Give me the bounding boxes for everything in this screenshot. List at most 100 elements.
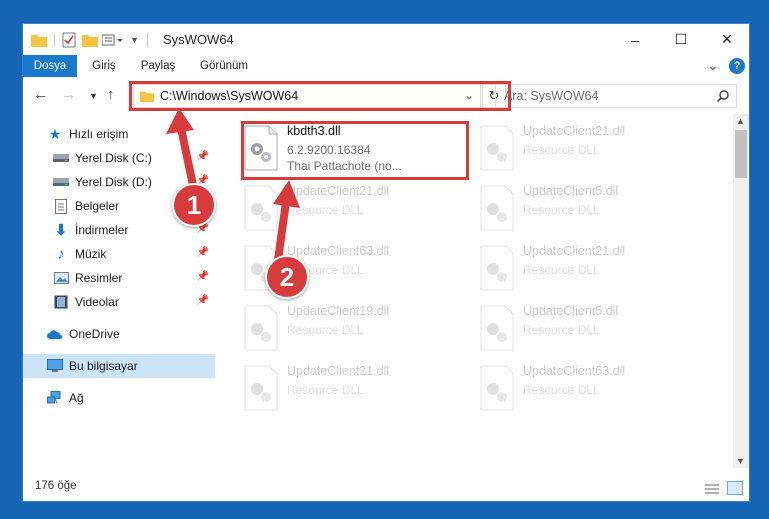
minimize-button[interactable]: – bbox=[612, 24, 658, 55]
properties-icon[interactable] bbox=[62, 32, 76, 48]
nav-this-pc[interactable]: Bu bilgisayar bbox=[23, 354, 215, 378]
nav-item-pictures[interactable]: Resimler 📌 bbox=[23, 266, 215, 290]
file-name: UpdateClient21.dll bbox=[523, 124, 626, 138]
scroll-down-icon[interactable]: ▼ bbox=[736, 456, 745, 466]
file-name: UpdateClient21.dll bbox=[287, 184, 390, 198]
toolbar-divider bbox=[54, 33, 55, 47]
customize-toolbar-icon[interactable] bbox=[102, 33, 124, 47]
file-name: UpdateClient19.dll bbox=[287, 304, 390, 318]
drive-icon bbox=[53, 174, 69, 190]
dll-file-icon bbox=[480, 185, 514, 231]
nav-item-music[interactable]: ♪ Müzik 📌 bbox=[23, 242, 215, 266]
item-count: 176 öğe bbox=[35, 480, 77, 492]
file-name: UpdateClient63.dll bbox=[523, 364, 626, 378]
music-icon: ♪ bbox=[57, 245, 65, 263]
computer-icon bbox=[47, 358, 63, 374]
nav-network[interactable]: Ağ bbox=[23, 386, 215, 410]
nav-item-videos[interactable]: Videolar 📌 bbox=[23, 290, 215, 314]
file-type: Resource DLL bbox=[523, 263, 600, 277]
nav-quick-access[interactable]: ★ Hızlı erişim bbox=[23, 122, 215, 146]
nav-label: Hızlı erişim bbox=[69, 127, 129, 141]
pictures-icon bbox=[53, 270, 69, 286]
close-button[interactable]: ✕ bbox=[704, 24, 749, 55]
callout-step-2: 2 bbox=[265, 255, 309, 299]
ribbon-tabs: Dosya Giriş Paylaş Görünüm ⌄ ? bbox=[23, 55, 749, 78]
explorer-window: ▼ SysWOW64 – ☐ ✕ Dosya Giriş Paylaş Görü… bbox=[22, 23, 750, 502]
drive-icon bbox=[53, 150, 69, 166]
nav-label: Ağ bbox=[69, 391, 84, 405]
file-type: Resource DLL bbox=[287, 383, 364, 397]
pin-icon[interactable]: 📌 bbox=[197, 295, 209, 306]
download-icon: ⬇ bbox=[54, 222, 68, 239]
status-bar: 176 öğe bbox=[23, 468, 749, 501]
file-name: UpdateClient5.dll bbox=[523, 304, 619, 318]
pin-icon[interactable]: 📌 bbox=[197, 247, 209, 258]
nav-label: Bu bilgisayar bbox=[69, 359, 138, 373]
nav-label: Videolar bbox=[75, 295, 119, 309]
nav-label: İndirmeler bbox=[75, 223, 129, 237]
search-input[interactable]: Ara: SysWOW64 bbox=[495, 84, 737, 108]
dll-file-icon bbox=[244, 365, 278, 411]
ribbon-collapse-icon[interactable]: ⌄ bbox=[707, 57, 719, 74]
nav-onedrive[interactable]: OneDrive bbox=[23, 322, 215, 346]
nav-label: OneDrive bbox=[69, 327, 120, 341]
large-icons-view-icon[interactable] bbox=[727, 481, 743, 495]
new-folder-icon[interactable] bbox=[82, 33, 98, 47]
file-tile[interactable]: UpdateClient5.dll Resource DLL bbox=[479, 301, 709, 359]
file-type: Resource DLL bbox=[523, 323, 600, 337]
callout-step-1: 1 bbox=[172, 183, 216, 227]
file-name: UpdateClient21.dll bbox=[523, 244, 626, 258]
file-tile[interactable]: UpdateClient5.dll Resource DLL bbox=[479, 181, 709, 239]
scroll-up-icon[interactable]: ▲ bbox=[736, 116, 745, 126]
file-type: Resource DLL bbox=[287, 203, 364, 217]
details-view-icon[interactable] bbox=[705, 483, 719, 495]
videos-icon bbox=[53, 294, 69, 310]
tab-home[interactable]: Giriş bbox=[83, 55, 125, 77]
up-arrow-icon[interactable]: ↑ bbox=[107, 86, 115, 103]
documents-icon bbox=[53, 198, 69, 214]
dll-file-icon bbox=[480, 245, 514, 291]
dll-file-icon bbox=[244, 305, 278, 351]
pin-icon[interactable]: 📌 bbox=[197, 151, 209, 162]
file-tile[interactable]: UpdateClient63.dll Resource DLL bbox=[479, 361, 709, 419]
tab-file[interactable]: Dosya bbox=[23, 55, 77, 77]
pin-icon[interactable]: 📌 bbox=[197, 271, 209, 282]
file-tile[interactable]: UpdateClient21.dll Resource DLL bbox=[243, 361, 473, 419]
quick-access-toolbar: ▼ bbox=[31, 31, 156, 49]
address-highlight-box bbox=[129, 81, 511, 111]
file-tile[interactable]: UpdateClient19.dll Resource DLL bbox=[243, 301, 473, 359]
file-tile[interactable]: UpdateClient21.dll Resource DLL bbox=[479, 241, 709, 299]
help-icon[interactable]: ? bbox=[729, 58, 745, 74]
folder-icon[interactable] bbox=[31, 33, 47, 47]
dll-file-icon bbox=[480, 305, 514, 351]
nav-label: Yerel Disk (C:) bbox=[75, 151, 152, 165]
file-name: UpdateClient21.dll bbox=[287, 364, 390, 378]
dll-file-icon bbox=[480, 125, 514, 171]
file-tile[interactable]: UpdateClient21.dll Resource DLL bbox=[243, 181, 473, 239]
nav-label: Müzik bbox=[75, 247, 107, 261]
search-icon bbox=[717, 90, 729, 102]
file-type: Resource DLL bbox=[287, 323, 364, 337]
toolbar-dropdown-icon[interactable]: ▼ bbox=[130, 35, 139, 45]
title-bar: ▼ SysWOW64 – ☐ ✕ bbox=[23, 24, 749, 55]
dll-file-icon bbox=[244, 185, 278, 231]
back-arrow-icon[interactable]: ← bbox=[33, 86, 48, 103]
window-title: SysWOW64 bbox=[163, 32, 234, 47]
file-type: Resource DLL bbox=[523, 203, 600, 217]
nav-label: Resimler bbox=[75, 271, 123, 285]
recent-locations-chevron-icon[interactable]: ▼ bbox=[89, 91, 98, 101]
tab-share[interactable]: Paylaş bbox=[133, 55, 183, 77]
maximize-button[interactable]: ☐ bbox=[658, 24, 704, 55]
nav-item-local-disk-c[interactable]: Yerel Disk (C:) 📌 bbox=[23, 146, 215, 170]
cloud-icon bbox=[47, 326, 63, 342]
vertical-scrollbar[interactable]: ▲ ▼ bbox=[733, 114, 749, 468]
nav-label: Yerel Disk (D:) bbox=[75, 175, 152, 189]
dll-file-icon bbox=[480, 365, 514, 411]
navigation-pane: ★ Hızlı erişim Yerel Disk (C:) 📌 Yerel D… bbox=[23, 114, 215, 468]
file-name: UpdateClient63.dll bbox=[287, 244, 390, 258]
scroll-thumb[interactable] bbox=[735, 130, 747, 178]
forward-arrow-icon[interactable]: → bbox=[61, 86, 76, 103]
file-tile[interactable]: UpdateClient21.dll Resource DLL bbox=[479, 121, 709, 179]
tab-view[interactable]: Görünüm bbox=[193, 55, 255, 77]
network-icon bbox=[47, 390, 63, 406]
